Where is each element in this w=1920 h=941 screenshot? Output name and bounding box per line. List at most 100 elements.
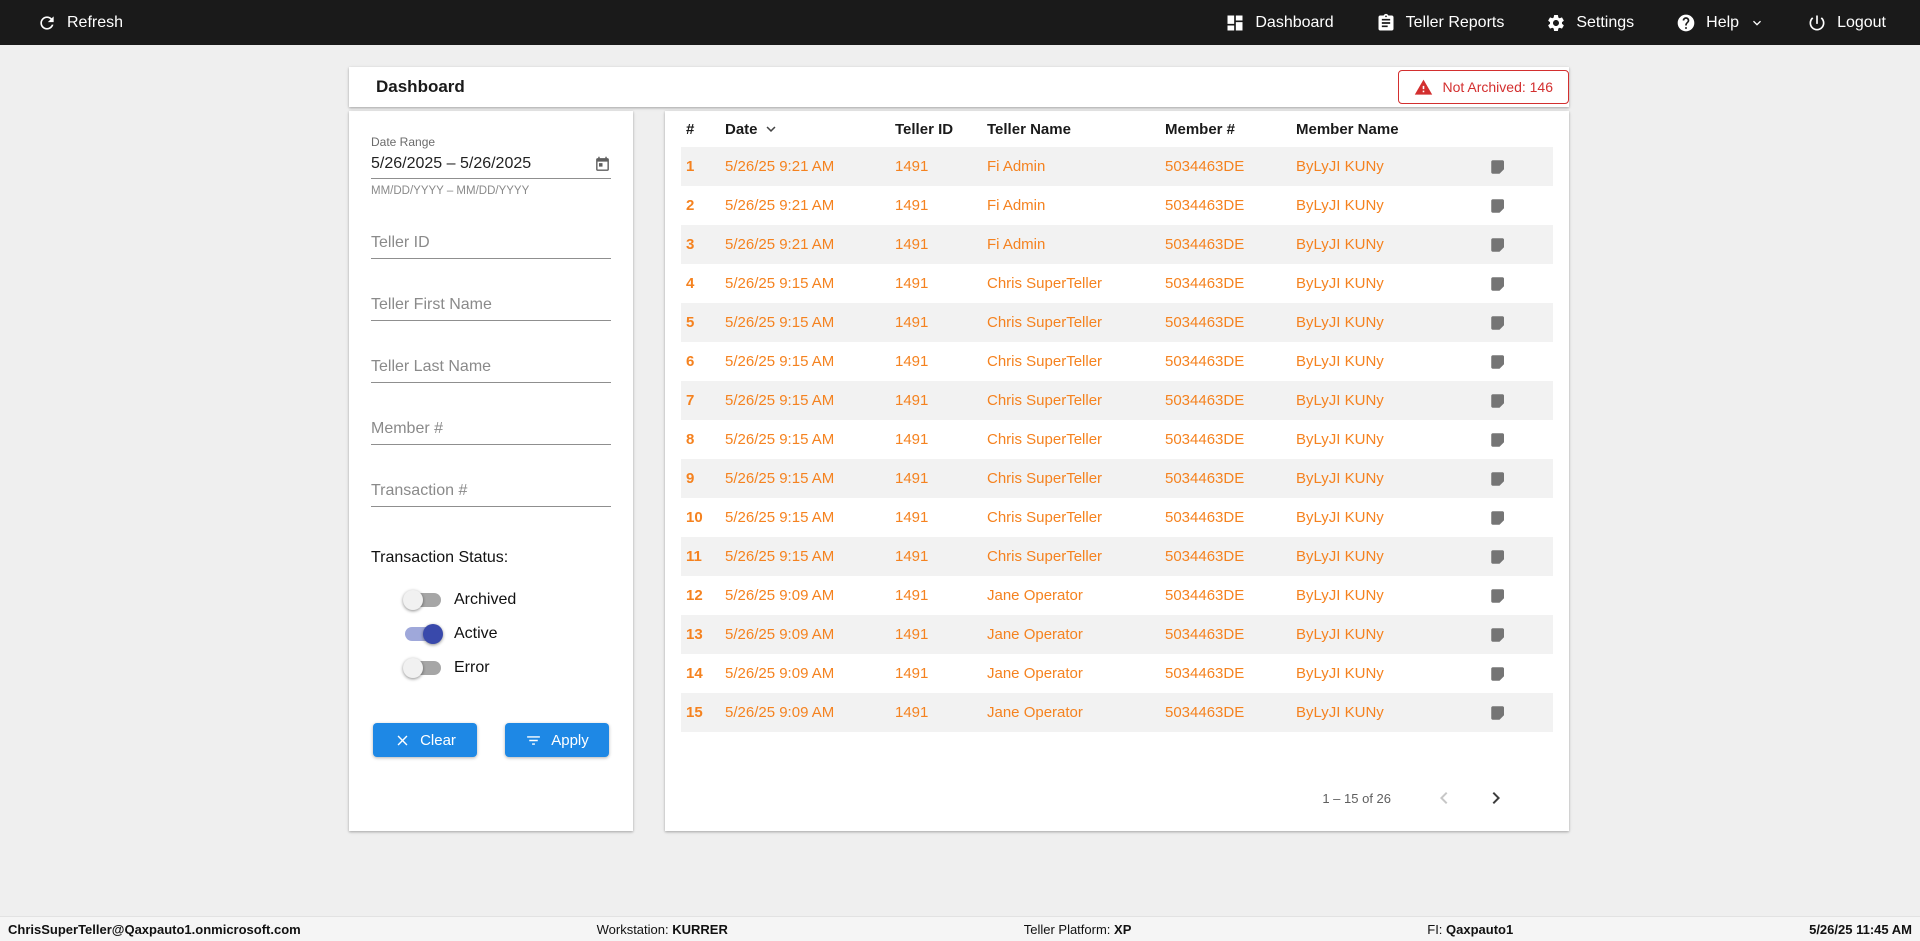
apply-button[interactable]: Apply <box>505 723 609 757</box>
toggle-switch[interactable] <box>403 590 441 610</box>
note-icon[interactable] <box>1489 158 1507 176</box>
note-icon[interactable] <box>1489 587 1507 605</box>
page-title: Dashboard <box>376 77 465 96</box>
note-icon[interactable] <box>1489 275 1507 293</box>
note-cell <box>1471 587 1553 605</box>
cell-teller-id: 1491 <box>895 236 929 253</box>
transaction-status-label: Transaction Status: <box>371 549 509 566</box>
calendar-icon[interactable] <box>594 156 611 173</box>
note-icon[interactable] <box>1489 353 1507 371</box>
chevron-right-icon <box>1492 792 1500 804</box>
column-header-member-num[interactable]: Member # <box>1165 121 1296 138</box>
table-row[interactable]: 2 5/26/25 9:21 AM 1491 Fi Admin 5034463DE ByL… <box>681 186 1553 225</box>
teller-id-input[interactable] <box>371 228 611 259</box>
table-row[interactable]: 1 5/26/25 9:21 AM 1491 Fi Admin 5034463DE ByL… <box>681 147 1553 186</box>
previous-page-button[interactable] <box>1431 785 1457 811</box>
table-row[interactable]: 7 5/26/25 9:15 AM 1491 Chris SuperTeller 503… <box>681 381 1553 420</box>
table-body: 1 5/26/25 9:21 AM 1491 Fi Admin 5034463DE ByL… <box>681 147 1553 732</box>
toggle-error[interactable]: Error <box>403 651 611 685</box>
sort-desc-icon <box>766 126 776 132</box>
dashboard-icon <box>1227 15 1243 30</box>
table-row[interactable]: 12 5/26/25 9:09 AM 1491 Jane Operator 503446… <box>681 576 1553 615</box>
date-range-field <box>371 155 611 179</box>
table-row[interactable]: 3 5/26/25 9:21 AM 1491 Fi Admin 5034463DE ByL… <box>681 225 1553 264</box>
settings-icon <box>1548 14 1565 31</box>
note-icon[interactable] <box>1489 431 1507 449</box>
member-number-input[interactable] <box>371 414 611 445</box>
clear-button[interactable]: Clear <box>373 723 477 757</box>
table-row[interactable]: 5 5/26/25 9:15 AM 1491 Chris SuperTeller 503… <box>681 303 1553 342</box>
logout-icon <box>1809 15 1825 30</box>
status-teller-platform: Teller Platform: XP <box>1023 921 1132 937</box>
toggle-active[interactable]: Active <box>405 617 611 651</box>
cell-num: 6 <box>686 353 695 370</box>
cell-member-name: ByLyJI KUNy <box>1296 509 1384 526</box>
note-icon[interactable] <box>1489 704 1507 722</box>
table-row[interactable]: 8 5/26/25 9:15 AM 1491 Chris SuperTeller 503… <box>681 420 1553 459</box>
column-header-teller-id[interactable]: Teller ID <box>895 121 987 138</box>
nav-help[interactable]: Help <box>1676 13 1765 33</box>
cell-member-num: 5034463DE <box>1165 548 1245 565</box>
toggle-knob <box>403 590 423 610</box>
not-archived-badge[interactable]: Not Archived: 146 <box>1398 70 1569 104</box>
chevron-down-icon <box>1753 20 1762 26</box>
note-icon[interactable] <box>1489 665 1507 683</box>
column-header-teller-name[interactable]: Teller Name <box>987 121 1165 138</box>
toggle-label: Archived <box>454 591 517 608</box>
nav-settings[interactable]: Settings <box>1546 13 1634 33</box>
column-header-num[interactable]: # <box>681 121 725 138</box>
nav-teller-reports[interactable]: Teller Reports <box>1376 13 1504 33</box>
cell-num: 13 <box>686 626 703 643</box>
nav-dashboard[interactable]: Dashboard <box>1225 13 1334 33</box>
warning-icon <box>1415 79 1433 95</box>
cell-teller-name: Chris SuperTeller <box>987 470 1103 487</box>
cell-teller-name: Fi Admin <box>987 158 1046 175</box>
topbar: Refresh Dashboard Teller Reports Setting… <box>0 0 1920 45</box>
column-header-date[interactable]: Date <box>725 120 895 138</box>
toggle-switch[interactable] <box>405 624 443 644</box>
date-range-helper: MM/DD/YYYY – MM/DD/YYYY <box>371 185 530 197</box>
note-icon[interactable] <box>1489 470 1507 488</box>
nav-logout[interactable]: Logout <box>1807 13 1886 33</box>
cell-num: 4 <box>686 275 695 292</box>
cell-teller-id: 1491 <box>895 431 929 448</box>
cell-member-name: ByLyJI KUNy <box>1296 548 1384 565</box>
table-row[interactable]: 10 5/26/25 9:15 AM 1491 Chris SuperTeller 50… <box>681 498 1553 537</box>
toggle-switch[interactable] <box>403 658 441 678</box>
note-icon[interactable] <box>1489 314 1507 332</box>
teller-first-name-input[interactable] <box>371 290 611 321</box>
note-cell <box>1471 197 1553 215</box>
transaction-number-input[interactable] <box>371 476 611 507</box>
next-page-button[interactable] <box>1483 785 1509 811</box>
cell-date: 5/26/25 9:15 AM <box>725 470 835 487</box>
date-range-input[interactable] <box>371 155 594 173</box>
table-row[interactable]: 4 5/26/25 9:15 AM 1491 Chris SuperTeller 503… <box>681 264 1553 303</box>
note-icon[interactable] <box>1489 509 1507 527</box>
note-icon[interactable] <box>1489 548 1507 566</box>
table-row[interactable]: 13 5/26/25 9:09 AM 1491 Jane Operator 503446… <box>681 615 1553 654</box>
note-icon[interactable] <box>1489 197 1507 215</box>
note-icon[interactable] <box>1489 236 1507 254</box>
cell-teller-id: 1491 <box>895 470 929 487</box>
note-cell <box>1471 353 1553 371</box>
table-row[interactable]: 9 5/26/25 9:15 AM 1491 Chris SuperTeller 503… <box>681 459 1553 498</box>
note-icon[interactable] <box>1489 392 1507 410</box>
transactions-table: # Date Teller ID Teller Name Member # Me… <box>665 111 1569 831</box>
note-icon[interactable] <box>1489 626 1507 644</box>
refresh-button[interactable]: Refresh <box>37 13 123 33</box>
cell-member-num: 5034463DE <box>1165 275 1245 292</box>
cell-teller-name: Chris SuperTeller <box>987 431 1103 448</box>
table-row[interactable]: 11 5/26/25 9:15 AM 1491 Chris SuperTeller 50… <box>681 537 1553 576</box>
column-header-member-name[interactable]: Member Name <box>1296 121 1471 138</box>
cell-teller-name: Chris SuperTeller <box>987 275 1103 292</box>
table-row[interactable]: 14 5/26/25 9:09 AM 1491 Jane Operator 503446… <box>681 654 1553 693</box>
toggle-archived[interactable]: Archived <box>403 583 611 617</box>
cell-teller-name: Fi Admin <box>987 197 1046 214</box>
cell-date: 5/26/25 9:15 AM <box>725 431 835 448</box>
cell-member-num: 5034463DE <box>1165 314 1245 331</box>
cell-teller-id: 1491 <box>895 704 929 721</box>
table-row[interactable]: 15 5/26/25 9:09 AM 1491 Jane Operator 503446… <box>681 693 1553 732</box>
table-row[interactable]: 6 5/26/25 9:15 AM 1491 Chris SuperTeller 503… <box>681 342 1553 381</box>
teller-last-name-input[interactable] <box>371 352 611 383</box>
cell-teller-name: Jane Operator <box>987 626 1083 643</box>
